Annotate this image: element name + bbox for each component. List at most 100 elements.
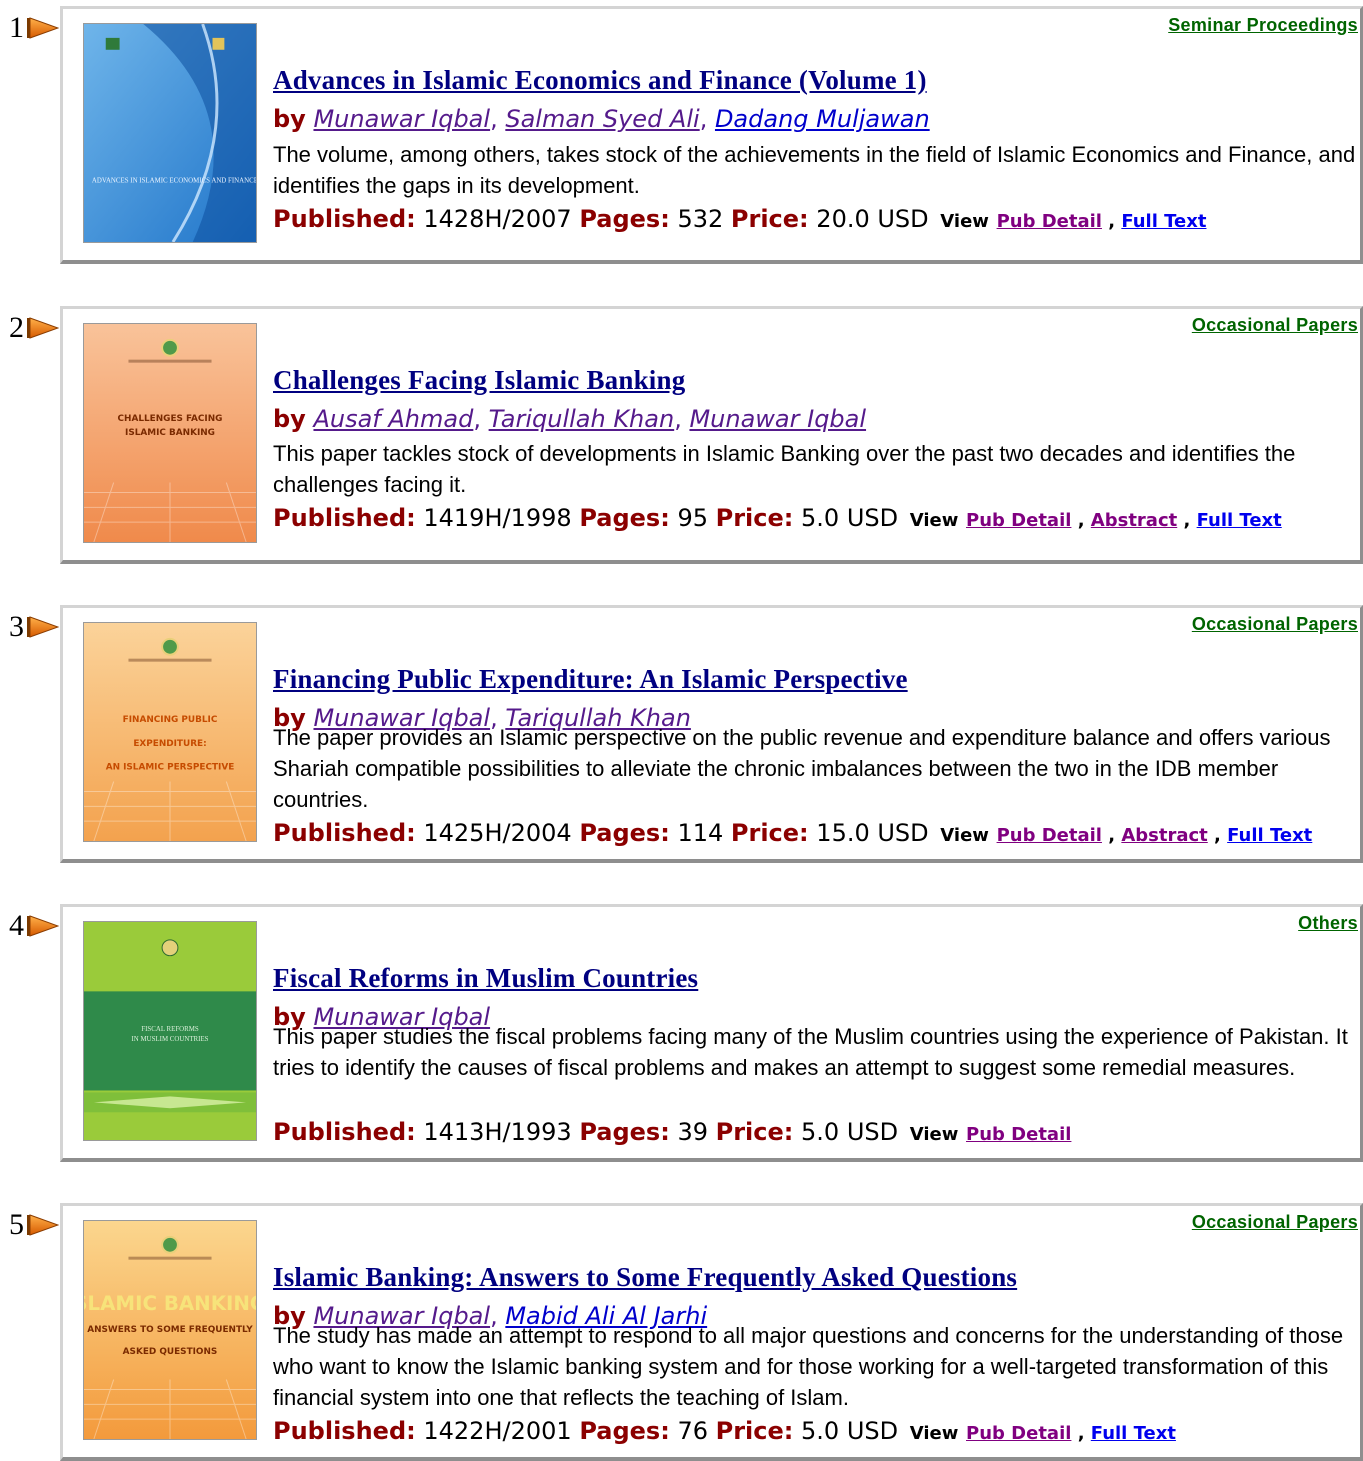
abstract-link[interactable]: Abstract bbox=[1121, 825, 1207, 846]
price-value: 5.0 USD bbox=[801, 1118, 899, 1146]
arrow-icon bbox=[27, 316, 60, 340]
price-label: Price: bbox=[715, 504, 794, 532]
pages-label: Pages: bbox=[579, 205, 670, 233]
result-card: FISCAL REFORMS IN MUSLIM COUNTRIES Other… bbox=[60, 904, 1363, 1162]
pub-detail-link[interactable]: Pub Detail bbox=[966, 1423, 1071, 1444]
book-cover-image[interactable]: ISLAMIC BANKING: ANSWERS TO SOME FREQUENT… bbox=[83, 1220, 257, 1440]
published-label: Published: bbox=[273, 205, 416, 233]
authors-line: by Munawar Iqbal, Salman Syed Ali, Dadan… bbox=[273, 105, 930, 133]
author-link[interactable]: Dadang Muljawan bbox=[715, 105, 930, 133]
pages-value: 532 bbox=[677, 205, 724, 233]
arrow-icon bbox=[27, 615, 60, 639]
published-value: 1413H/1993 bbox=[423, 1118, 572, 1146]
result-number: 5 bbox=[9, 1208, 24, 1241]
link-separator: , bbox=[1071, 1423, 1091, 1444]
book-cover-image[interactable]: FISCAL REFORMS IN MUSLIM COUNTRIES bbox=[83, 921, 257, 1141]
published-label: Published: bbox=[273, 1417, 416, 1445]
full-text-link[interactable]: Full Text bbox=[1197, 510, 1282, 531]
author-separator: , bbox=[674, 405, 690, 433]
link-separator: , bbox=[1071, 510, 1091, 531]
publication-meta: Published: 1419H/1998 Pages: 95 Price: 5… bbox=[273, 504, 1282, 532]
published-label: Published: bbox=[273, 504, 416, 532]
result-card: FINANCING PUBLIC EXPENDITURE: AN ISLAMIC P… bbox=[60, 605, 1363, 863]
price-value: 20.0 USD bbox=[816, 205, 929, 233]
publication-title-link[interactable]: Islamic Banking: Answers to Some Frequen… bbox=[273, 1262, 1017, 1293]
published-value: 1425H/2004 bbox=[423, 819, 572, 847]
category-link[interactable]: Occasional Papers bbox=[1192, 1212, 1358, 1233]
publication-title-link[interactable]: Financing Public Expenditure: An Islamic… bbox=[273, 664, 908, 695]
publication-meta: Published: 1428H/2007 Pages: 532 Price: … bbox=[273, 205, 1206, 233]
author-link[interactable]: Munawar Iqbal bbox=[313, 105, 490, 133]
result-card: ISLAMIC BANKING: ANSWERS TO SOME FREQUENT… bbox=[60, 1203, 1363, 1461]
pages-label: Pages: bbox=[579, 504, 670, 532]
svg-text:IN MUSLIM COUNTRIES: IN MUSLIM COUNTRIES bbox=[131, 1036, 208, 1043]
pages-label: Pages: bbox=[579, 1118, 670, 1146]
result-card: CHALLENGES FACING ISLAMIC BANKING Occasio… bbox=[60, 306, 1363, 564]
link-separator: , bbox=[1101, 825, 1122, 846]
pub-detail-link[interactable]: Pub Detail bbox=[997, 211, 1102, 232]
authors-line: by Ausaf Ahmad, Tariqullah Khan, Munawar… bbox=[273, 405, 866, 433]
price-label: Price: bbox=[730, 819, 809, 847]
category-link[interactable]: Others bbox=[1298, 913, 1358, 934]
author-link[interactable]: Munawar Iqbal bbox=[689, 405, 866, 433]
result-entry: 1 ADVANCES IN ISLAMIC ECONOMICS AND FINA… bbox=[0, 6, 1363, 264]
pub-detail-link[interactable]: Pub Detail bbox=[966, 1124, 1071, 1145]
arrow-icon bbox=[27, 16, 60, 40]
publication-meta: Published: 1413H/1993 Pages: 39 Price: 5… bbox=[273, 1118, 1071, 1146]
publication-meta: Published: 1425H/2004 Pages: 114 Price: … bbox=[273, 819, 1312, 847]
link-separator: , bbox=[1177, 510, 1197, 531]
view-label: View bbox=[909, 1124, 959, 1145]
publication-description: This paper studies the fiscal problems f… bbox=[273, 1024, 1348, 1080]
author-separator: , bbox=[473, 405, 489, 433]
author-link[interactable]: Ausaf Ahmad bbox=[313, 405, 473, 433]
result-number: 3 bbox=[9, 610, 24, 643]
view-label: View bbox=[909, 1423, 959, 1444]
author-link[interactable]: Salman Syed Ali bbox=[505, 105, 699, 133]
pages-value: 76 bbox=[677, 1417, 708, 1445]
book-cover-image[interactable]: CHALLENGES FACING ISLAMIC BANKING bbox=[83, 323, 257, 543]
price-label: Price: bbox=[730, 205, 809, 233]
author-link[interactable]: Tariqullah Khan bbox=[489, 405, 675, 433]
price-label: Price: bbox=[715, 1118, 794, 1146]
publication-title-link[interactable]: Advances in Islamic Economics and Financ… bbox=[273, 65, 927, 96]
pages-value: 95 bbox=[677, 504, 708, 532]
published-value: 1419H/1998 bbox=[423, 504, 572, 532]
pub-detail-link[interactable]: Pub Detail bbox=[997, 825, 1102, 846]
category-link[interactable]: Seminar Proceedings bbox=[1168, 15, 1358, 36]
published-value: 1422H/2001 bbox=[423, 1417, 572, 1445]
book-cover-image[interactable]: ADVANCES IN ISLAMIC ECONOMICS AND FINANC… bbox=[83, 23, 257, 243]
publication-description: This paper tackles stock of developments… bbox=[273, 441, 1296, 497]
result-number: 1 bbox=[9, 11, 24, 44]
pub-detail-link[interactable]: Pub Detail bbox=[966, 510, 1071, 531]
full-text-link[interactable]: Full Text bbox=[1091, 1423, 1176, 1444]
publication-title-link[interactable]: Fiscal Reforms in Muslim Countries bbox=[273, 963, 698, 994]
result-entry: 5 ISLAMIC BANKING: ANSWERS TO SOME FREQUE… bbox=[0, 1203, 1363, 1461]
svg-text:EXPENDITURE:: EXPENDITURE: bbox=[133, 739, 206, 749]
published-label: Published: bbox=[273, 1118, 416, 1146]
svg-text:ANSWERS TO SOME FREQUENTLY: ANSWERS TO SOME FREQUENTLY bbox=[87, 1325, 253, 1335]
result-entry: 3 FINANCING PUBLIC EXPENDITURE: AN ISLAMIC… bbox=[0, 605, 1363, 863]
category-link[interactable]: Occasional Papers bbox=[1192, 614, 1358, 635]
result-entry: 2 CHALLENGES FACING ISLAMIC BANKING Occas… bbox=[0, 306, 1363, 564]
pages-value: 39 bbox=[677, 1118, 708, 1146]
arrow-icon bbox=[27, 1213, 60, 1237]
result-number: 4 bbox=[9, 909, 24, 942]
view-label: View bbox=[909, 510, 959, 531]
pages-label: Pages: bbox=[579, 819, 670, 847]
price-value: 15.0 USD bbox=[816, 819, 929, 847]
publication-description: The paper provides an Islamic perspectiv… bbox=[273, 725, 1331, 812]
book-cover-image[interactable]: FINANCING PUBLIC EXPENDITURE: AN ISLAMIC P… bbox=[83, 622, 257, 842]
author-separator: , bbox=[699, 105, 715, 133]
author-separator: , bbox=[490, 105, 506, 133]
full-text-link[interactable]: Full Text bbox=[1121, 211, 1206, 232]
by-label: by bbox=[273, 405, 306, 433]
pages-value: 114 bbox=[677, 819, 724, 847]
result-entry: 4 FISCAL REFORMS IN MUSLIM COUNTRIES Oth… bbox=[0, 904, 1363, 1162]
abstract-link[interactable]: Abstract bbox=[1091, 510, 1177, 531]
publication-title-link[interactable]: Challenges Facing Islamic Banking bbox=[273, 365, 685, 396]
link-separator: , bbox=[1207, 825, 1228, 846]
svg-text:ASKED QUESTIONS: ASKED QUESTIONS bbox=[123, 1347, 218, 1357]
full-text-link[interactable]: Full Text bbox=[1227, 825, 1312, 846]
publication-meta: Published: 1422H/2001 Pages: 76 Price: 5… bbox=[273, 1417, 1176, 1445]
category-link[interactable]: Occasional Papers bbox=[1192, 315, 1358, 336]
